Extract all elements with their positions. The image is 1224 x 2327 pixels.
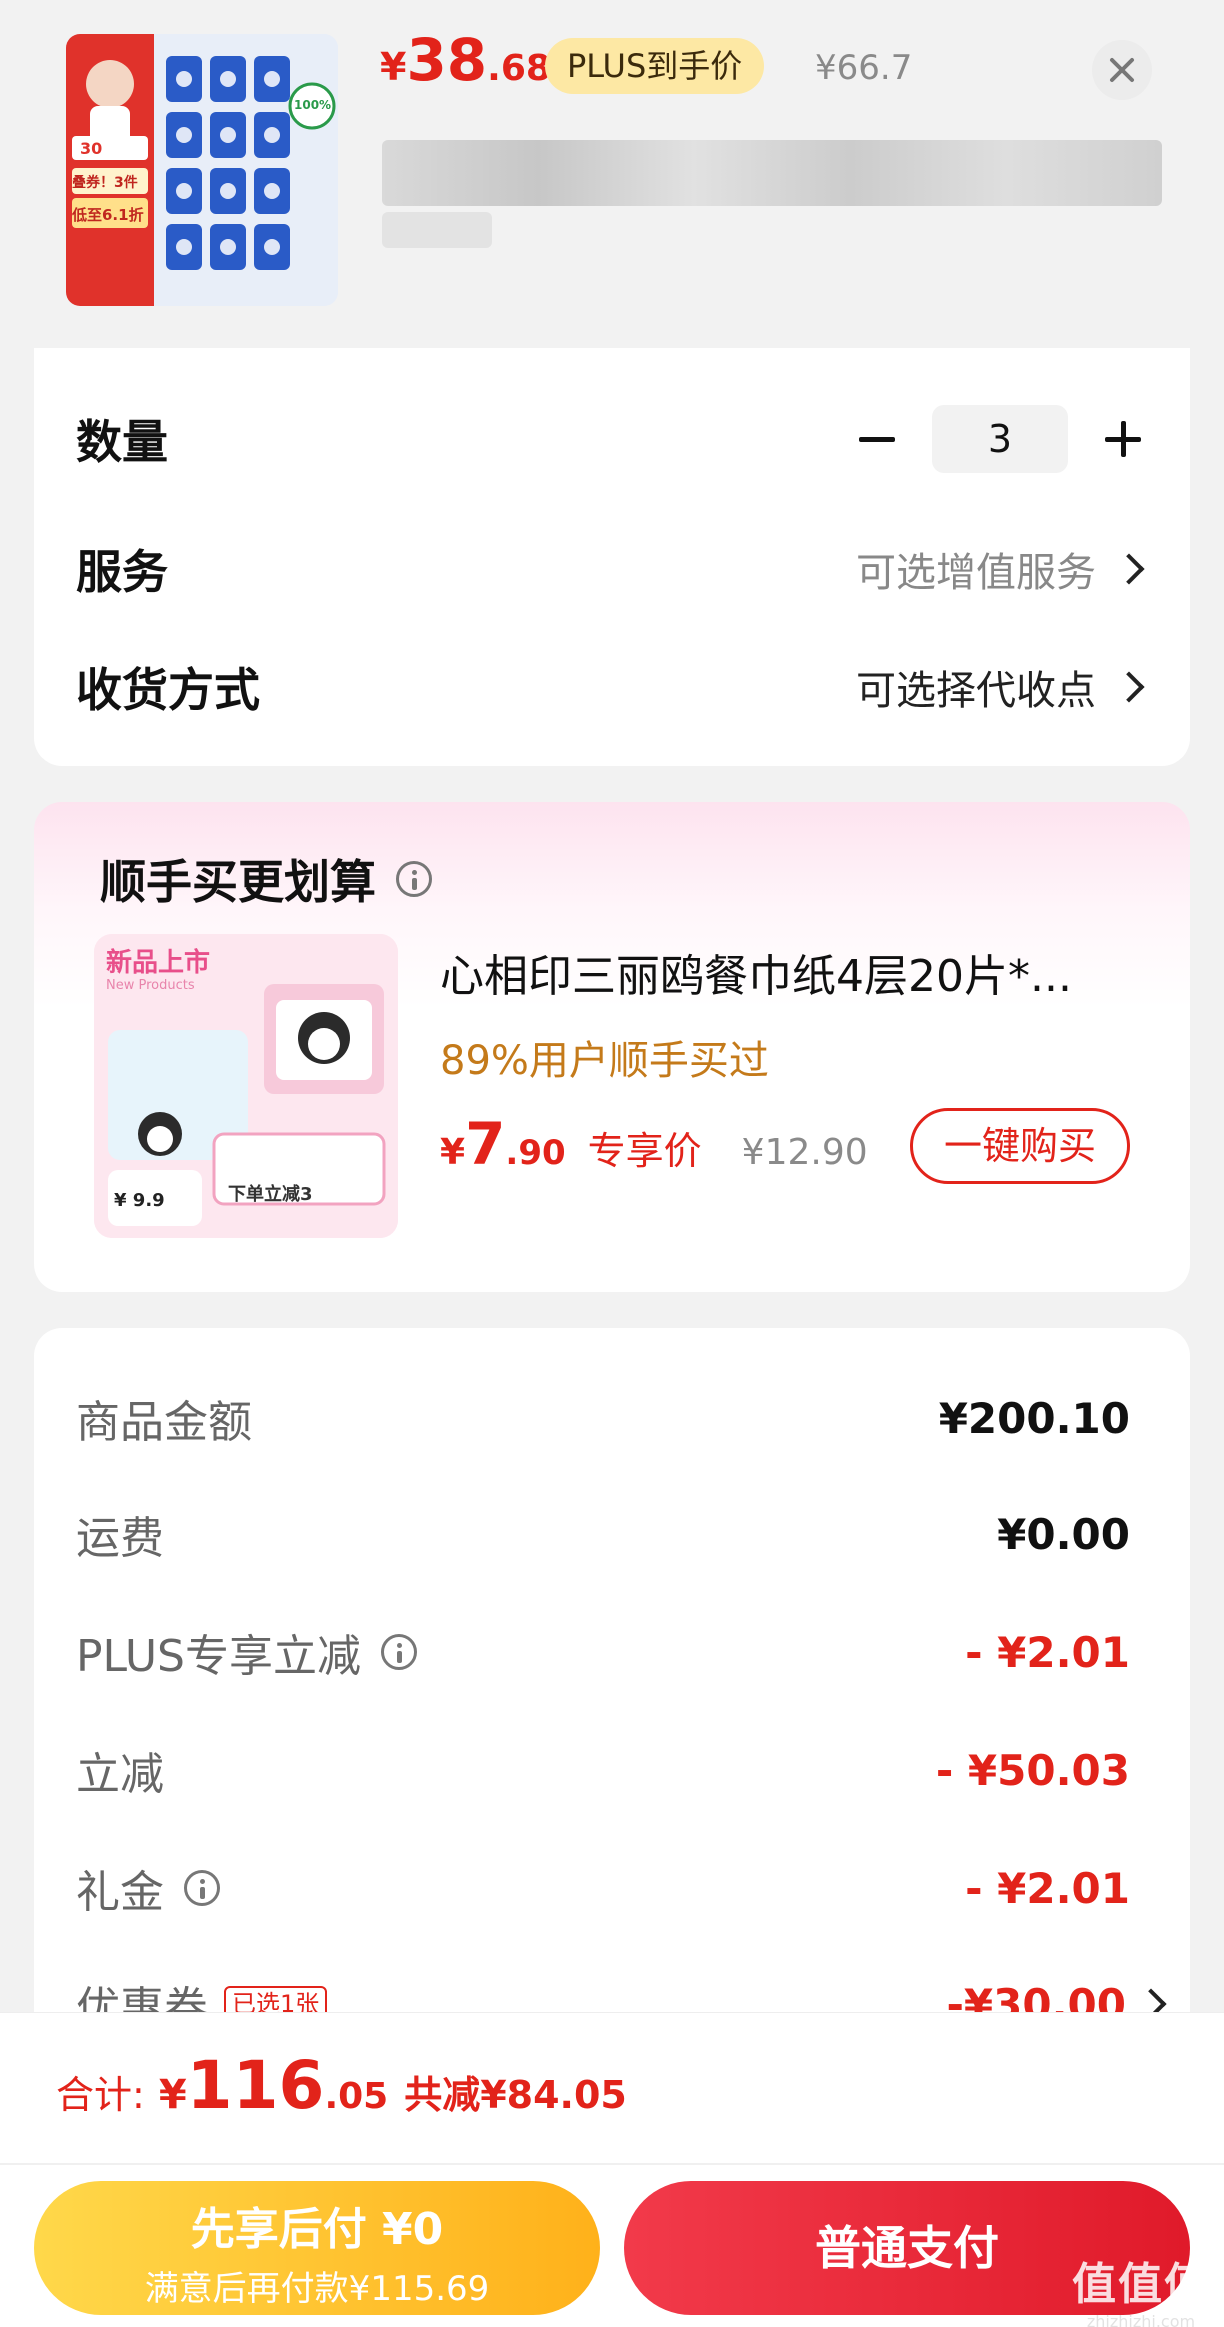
total-integer: 116 (186, 2047, 325, 2124)
info-icon[interactable] (184, 1870, 220, 1906)
close-button[interactable] (1092, 40, 1152, 100)
summary-label: 商品金额 (76, 1397, 252, 1448)
thumb-price: ¥ 9.9 (114, 1190, 165, 1211)
service-row[interactable]: 服务 可选增值服务 (76, 524, 1148, 614)
price-decimal: .68 (487, 48, 551, 89)
info-icon[interactable] (396, 861, 432, 897)
thumb-new-tag: 新品上市 (106, 948, 211, 978)
upsell-title: 顺手买更划算 (100, 846, 432, 912)
price-symbol: ¥ (380, 45, 407, 89)
delivery-row[interactable]: 收货方式 可选择代收点 (76, 642, 1148, 732)
delivery-value-text: 可选择代收点 (856, 668, 1096, 714)
plus-price-badge: PLUS到手价 (545, 38, 765, 94)
thumb-promo-text: 叠券！3件 (72, 175, 138, 191)
summary-value: - ¥2.01 (965, 1863, 1130, 1913)
summary-label-with-info: PLUS专享立减 (76, 1620, 417, 1684)
product-thumbnail: 30 叠券！3件 低至6.1折 100% (66, 34, 338, 306)
upsell-product-image[interactable]: 新品上市 New Products ¥ 9.9 下单立减3 (94, 934, 398, 1238)
quantity-stepper: 3 (842, 404, 1148, 474)
delivery-label: 收货方式 (76, 663, 260, 717)
close-icon (1110, 58, 1134, 82)
summary-row-gift-money: 礼金 - ¥2.01 (76, 1848, 1130, 1928)
blurred-product-title-line2 (382, 212, 492, 248)
total-saved: 共减¥84.05 (404, 2073, 627, 2117)
site-watermark: 值值值 zhizhizhi.com (1072, 2248, 1210, 2327)
total-label: 合计: (56, 2073, 145, 2117)
watermark-main: 值值值 (1072, 2259, 1210, 2310)
upsell-original-price: ¥12.90 (741, 1132, 868, 1173)
service-value: 可选增值服务 (856, 540, 1148, 598)
total-decimal: .05 (324, 2076, 389, 2117)
thumb-cta: 下单立减3 (228, 1184, 313, 1205)
minus-icon (859, 437, 895, 442)
summary-value: - ¥2.01 (965, 1627, 1130, 1677)
thumb-count-badge: 30 (80, 139, 103, 158)
upsell-price-decimal: .90 (505, 1133, 566, 1173)
summary-label: 礼金 (76, 1867, 164, 1918)
summary-label: 运费 (76, 1513, 164, 1564)
thumb-new-sub: New Products (106, 978, 195, 993)
summary-label-with-info: 礼金 (76, 1856, 220, 1920)
original-price: ¥66.7 (815, 48, 913, 88)
summary-value: - ¥50.03 (935, 1745, 1130, 1795)
quantity-input[interactable]: 3 (932, 405, 1068, 473)
price-summary-card: 商品金额 ¥200.10 运费 ¥0.00 PLUS专享立减 - ¥2.01 立… (34, 1328, 1190, 2048)
plus-price: ¥ 38 .68 (380, 30, 551, 104)
summary-row-plus-discount: PLUS专享立减 - ¥2.01 (76, 1612, 1130, 1692)
summary-row-goods: 商品金额 ¥200.10 (76, 1378, 1130, 1458)
upsell-exclusive-label: 专享价 (587, 1129, 702, 1173)
summary-value: ¥0.00 (997, 1509, 1130, 1559)
thumb-discount-text: 低至6.1折 (72, 206, 144, 224)
one-click-buy-button[interactable]: 一键购买 (910, 1108, 1130, 1184)
divider (0, 2163, 1224, 2165)
upsell-card: 顺手买更划算 新品上市 New Products ¥ 9.9 下单立减3 心相印… (34, 802, 1190, 1292)
summary-value: ¥200.10 (938, 1393, 1130, 1443)
pay-later-subtitle: 满意后再付款¥115.69 (144, 2269, 490, 2309)
product-header: 30 叠券！3件 低至6.1折 100% ¥ 38 .68 PLUS到手价 ¥6… (0, 0, 1224, 345)
thumb-percent-badge: 100% (294, 98, 332, 112)
watermark-sub: zhizhizhi.com (1086, 2312, 1196, 2327)
upsell-product-name[interactable]: 心相印三丽鸥餐巾纸4层20片*... (440, 940, 1140, 1004)
chevron-right-icon (1113, 553, 1145, 585)
upsell-price-row: ¥ 7 .90 专享价 ¥12.90 (440, 1110, 868, 1178)
summary-row-shipping: 运费 ¥0.00 (76, 1494, 1130, 1574)
price-integer: 38 (406, 26, 488, 94)
service-value-text: 可选增值服务 (856, 550, 1096, 596)
options-card: 数量 3 服务 可选增值服务 收货方式 可选择代收点 (34, 348, 1190, 766)
increase-quantity-button[interactable] (1088, 404, 1148, 474)
service-label: 服务 (76, 545, 168, 599)
total-row: 合计: ¥ 116 .05 共减¥84.05 (56, 2047, 627, 2124)
decrease-quantity-button[interactable] (842, 404, 912, 474)
summary-row-instant-discount: 立减 - ¥50.03 (76, 1730, 1130, 1810)
quantity-label: 数量 (76, 415, 168, 469)
pay-later-button[interactable]: 先享后付 ¥0 满意后再付款¥115.69 (34, 2181, 600, 2315)
quantity-row: 数量 3 (76, 394, 1148, 484)
summary-label: PLUS专享立减 (76, 1631, 361, 1682)
blurred-product-title (382, 140, 1162, 206)
chevron-right-icon (1113, 671, 1145, 703)
upsell-price-integer: 7 (465, 1110, 506, 1178)
upsell-social-proof: 89%用户顺手买过 (440, 1038, 769, 1084)
summary-label: 立减 (76, 1749, 164, 1800)
checkout-sheet: 30 叠券！3件 低至6.1折 100% ¥ 38 .68 PLUS到手价 ¥6… (0, 0, 1224, 2327)
info-icon[interactable] (381, 1634, 417, 1670)
upsell-title-text: 顺手买更划算 (100, 855, 376, 909)
upsell-price-symbol: ¥ (440, 1132, 466, 1173)
delivery-value: 可选择代收点 (856, 658, 1148, 716)
total-symbol: ¥ (158, 2072, 187, 2118)
checkout-bottom-bar: 合计: ¥ 116 .05 共减¥84.05 先享后付 ¥0 满意后再付款¥11… (0, 2012, 1224, 2327)
pay-later-title: 先享后付 ¥0 (190, 2204, 444, 2255)
